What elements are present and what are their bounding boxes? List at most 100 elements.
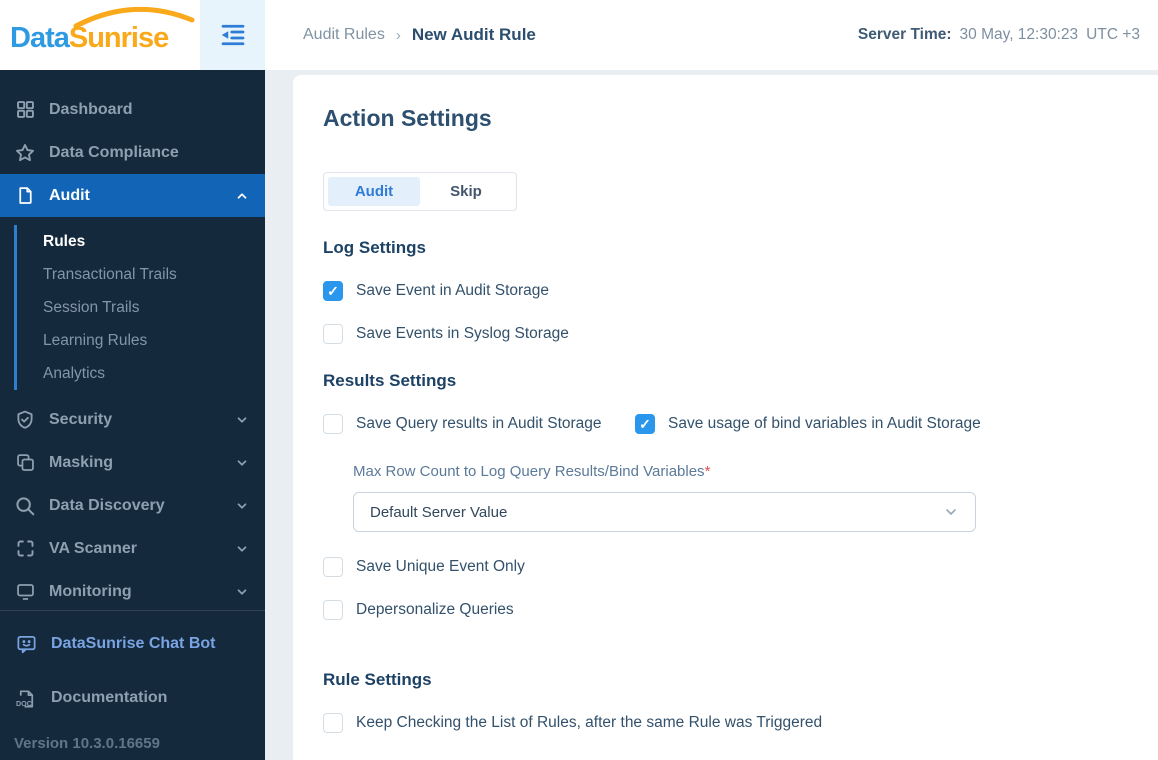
breadcrumb-separator-icon: ›: [395, 26, 401, 44]
main-area: Audit Rules › New Audit Rule Server Time…: [265, 0, 1158, 760]
sidebar-subitem-session-trails[interactable]: Session Trails: [17, 291, 265, 324]
doc-file-icon: DOC: [14, 686, 38, 710]
checkbox[interactable]: [323, 324, 343, 344]
breadcrumb-audit-rules[interactable]: Audit Rules: [303, 26, 385, 44]
sidebar: DataSunrise Dashboard Data Compliance Au…: [0, 0, 265, 760]
log-settings-heading: Log Settings: [323, 238, 426, 257]
checkbox-save-event-audit-storage[interactable]: Save Event in Audit Storage: [323, 281, 549, 301]
sidebar-item-label: Masking: [49, 453, 114, 471]
sidebar-item-label: Data Compliance: [49, 143, 179, 161]
section-title-action-settings: Action Settings: [323, 105, 492, 131]
required-asterisk: *: [704, 463, 711, 480]
sidebar-nav: Dashboard Data Compliance Audit Rules Tr…: [0, 70, 265, 610]
top-header: Audit Rules › New Audit Rule Server Time…: [265, 0, 1158, 70]
server-time-zone: UTC +3: [1086, 26, 1140, 43]
sidebar-item-masking[interactable]: Masking: [0, 441, 265, 484]
checkbox-label: Keep Checking the List of Rules, after t…: [356, 714, 823, 731]
checkbox[interactable]: [323, 600, 343, 620]
action-tabs: Audit Skip: [323, 172, 517, 211]
search-icon: [14, 495, 36, 517]
logo-text-data: Data: [10, 22, 70, 54]
sidebar-item-label: DataSunrise Chat Bot: [51, 635, 216, 652]
chevron-down-icon: [235, 585, 249, 599]
checkbox-keep-checking-rules[interactable]: Keep Checking the List of Rules, after t…: [323, 713, 822, 733]
checkbox[interactable]: [635, 414, 655, 434]
tab-audit[interactable]: Audit: [328, 177, 420, 206]
rule-settings-heading: Rule Settings: [323, 670, 432, 689]
grid-icon: [14, 99, 36, 121]
breadcrumb-current page-title: New Audit Rule: [411, 25, 536, 44]
chevron-down-icon: [235, 542, 249, 556]
sidebar-subitem-rules[interactable]: Rules: [17, 225, 265, 258]
results-settings-heading: Results Settings: [323, 371, 457, 390]
action-settings-card: Action Settings Audit Skip Log Settings …: [293, 75, 1158, 760]
chat-bot-icon: [14, 632, 38, 656]
server-time-value: 30 May, 12:30:23: [959, 26, 1079, 43]
sidebar-item-audit[interactable]: Audit: [0, 174, 265, 217]
sidebar-subitem-transactional-trails[interactable]: Transactional Trails: [17, 258, 265, 291]
sidebar-item-dashboard[interactable]: Dashboard: [0, 88, 265, 131]
sidebar-item-documentation[interactable]: DOC Documentation: [0, 675, 265, 721]
sidebar-footer: DataSunrise Chat Bot DOC Documentation V…: [0, 610, 265, 760]
masking-copy-icon: [14, 452, 36, 474]
sidebar-item-label: Dashboard: [49, 100, 133, 118]
checkbox[interactable]: [323, 713, 343, 733]
sidebar-subitem-label: Session Trails: [43, 298, 140, 316]
checkbox-label: Save Event in Audit Storage: [356, 282, 550, 299]
select-value: Default Server Value: [370, 503, 508, 521]
svg-text:DOC: DOC: [15, 700, 31, 708]
sidebar-collapse-button[interactable]: [200, 0, 265, 70]
audit-submenu: Rules Transactional Trails Session Trail…: [14, 225, 265, 390]
chevron-down-icon: [946, 509, 956, 515]
chevron-up-icon: [235, 189, 249, 203]
sidebar-item-label: Monitoring: [49, 582, 132, 600]
checkbox-label: Save usage of bind variables in Audit St…: [668, 415, 981, 432]
sidebar-item-label: VA Scanner: [49, 539, 138, 557]
sidebar-item-label: Audit: [49, 186, 90, 204]
sidebar-header: DataSunrise: [0, 0, 265, 70]
sidebar-item-data-discovery[interactable]: Data Discovery: [0, 484, 265, 527]
checkbox-save-bind-variables[interactable]: Save usage of bind variables in Audit St…: [635, 414, 981, 434]
sidebar-subitem-label: Transactional Trails: [43, 265, 177, 283]
sidebar-subitem-analytics[interactable]: Analytics: [17, 357, 265, 390]
monitor-icon: [14, 581, 36, 603]
field-label-text: Max Row Count to Log Query Results/Bind …: [353, 463, 705, 480]
checkbox-label: Save Unique Event Only: [356, 558, 525, 575]
server-time-label: Server Time:: [857, 26, 952, 43]
tab-label: Audit: [354, 183, 394, 200]
checkbox-save-query-results[interactable]: Save Query results in Audit Storage: [323, 414, 635, 434]
checkbox[interactable]: [323, 557, 343, 577]
sidebar-subitem-learning-rules[interactable]: Learning Rules: [17, 324, 265, 357]
sidebar-subitem-label: Rules: [43, 232, 86, 250]
shield-check-icon: [14, 409, 36, 431]
scanner-frame-icon: [14, 538, 36, 560]
checkbox-save-unique-event-only[interactable]: Save Unique Event Only: [323, 557, 525, 577]
datasunrise-logo[interactable]: DataSunrise: [0, 0, 200, 70]
checkbox-label: Depersonalize Queries: [356, 601, 514, 618]
tab-skip[interactable]: Skip: [420, 177, 512, 206]
sidebar-item-label: Documentation: [51, 689, 168, 706]
sidebar-item-security[interactable]: Security: [0, 398, 265, 441]
sidebar-item-label: Data Discovery: [49, 496, 165, 514]
checkbox[interactable]: [323, 281, 343, 301]
content-area: Action Settings Audit Skip Log Settings …: [265, 70, 1158, 760]
tab-label: Skip: [450, 183, 482, 200]
results-checkbox-row: Save Query results in Audit Storage Save…: [323, 414, 1118, 434]
version-label: Version 10.3.0.16659: [14, 735, 160, 752]
chevron-down-icon: [235, 456, 249, 470]
collapse-sidebar-icon: [221, 24, 244, 46]
checkbox-depersonalize-queries[interactable]: Depersonalize Queries: [323, 600, 514, 620]
sunrise-arc-icon: [73, 6, 195, 28]
sidebar-item-chat-bot[interactable]: DataSunrise Chat Bot: [0, 621, 265, 667]
sidebar-item-data-compliance[interactable]: Data Compliance: [0, 131, 265, 174]
sidebar-subitem-label: Learning Rules: [43, 331, 148, 349]
max-row-count-select[interactable]: Default Server Value: [353, 492, 976, 532]
sidebar-item-monitoring[interactable]: Monitoring: [0, 570, 265, 610]
sidebar-item-label: Security: [49, 410, 113, 428]
checkbox[interactable]: [323, 414, 343, 434]
checkbox-save-events-syslog-storage[interactable]: Save Events in Syslog Storage: [323, 324, 569, 344]
sidebar-item-va-scanner[interactable]: VA Scanner: [0, 527, 265, 570]
max-row-count-label: Max Row Count to Log Query Results/Bind …: [353, 463, 1118, 480]
server-time: Server Time: 30 May, 12:30:23 UTC +3: [858, 26, 1140, 44]
sidebar-subitem-label: Analytics: [43, 364, 106, 382]
